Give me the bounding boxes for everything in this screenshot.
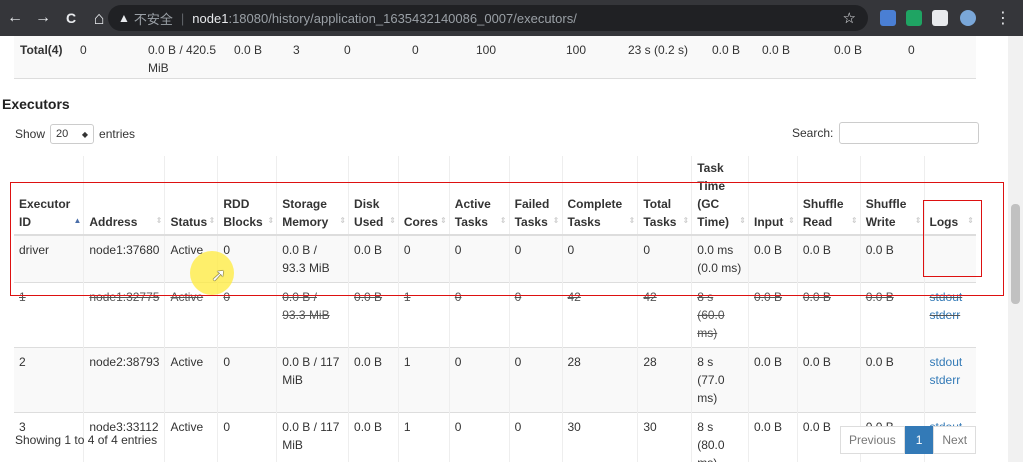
status: Active [164,347,218,413]
header-driver-highlight-box [10,182,1004,296]
summary-cell: 100 [476,43,497,57]
select-arrows-icon: ◆ [81,129,89,139]
show-label: Show [15,127,46,141]
active-tasks: 0 [448,412,510,462]
bookmark-star-icon[interactable]: ☆ [843,9,856,27]
insecure-label: 不安全 [133,11,173,27]
total-tasks: 30 [637,412,692,462]
complete-tasks: 28 [561,347,638,413]
active-tasks: 0 [448,347,510,413]
logs-highlight-box [923,200,982,277]
address: node2:38793 [83,347,165,413]
storage-memory: 0.0 B / 117 MiB [276,347,349,413]
task-time: 8 s (80.0 ms) [691,412,749,462]
warning-icon: ▲ [118,11,130,25]
table-info: Showing 1 to 4 of 4 entries [15,433,158,447]
rdd-blocks: 0 [217,347,277,413]
cores: 1 [397,412,450,462]
failed-tasks: 0 [508,412,562,462]
puzzle-extension-icon[interactable] [932,10,948,26]
disk-used: 0.0 B [348,347,399,413]
status: Active [164,412,218,462]
entries-label: entries [99,127,136,141]
summary-cell: 100 [566,43,587,57]
page-size-control: Show 20 ◆ entries [15,124,135,144]
browser-menu-icon[interactable]: ⋮ [990,5,1016,31]
executor-id: 2 [14,347,84,413]
shuffle-read: 0.0 B [796,347,861,413]
table-row: 3 node3:33112 Active 0 0.0 B / 117 MiB 0… [14,412,976,462]
logs: stdout stderr [923,347,976,413]
input: 0.0 B [748,347,798,413]
summary-cell: 0.0 B [234,43,263,57]
translate-extension-icon[interactable] [880,10,896,26]
cores: 1 [397,347,450,413]
summary-total-row: Total(4) 0 0.0 B / 420.5 MiB 0.0 B 3 0 0… [14,36,976,79]
back-arrow-icon[interactable]: ← [2,5,28,31]
storage-memory: 0.0 B / 117 MiB [276,412,349,462]
rdd-blocks: 0 [217,412,277,462]
total-tasks: 28 [637,347,692,413]
summary-cell: 0.0 B / 420.5 [148,43,217,57]
complete-tasks: 30 [561,412,638,462]
task-time: 8 s (77.0 ms) [691,347,749,413]
page-size-value: 20 [56,128,69,140]
input: 0.0 B [748,412,798,462]
next-button[interactable]: Next [933,426,977,454]
summary-cell: 0.0 B [762,43,791,57]
summary-cell: 0 [344,43,351,57]
disk-used: 0.0 B [348,412,399,462]
forward-arrow-icon[interactable]: → [30,5,56,31]
search-control: Search: [792,122,980,144]
search-label: Search: [792,126,834,140]
search-input[interactable] [839,122,980,144]
stderr-link[interactable]: stderr [930,371,971,389]
failed-tasks: 0 [508,347,562,413]
stderr-link[interactable]: stderr [930,306,971,324]
summary-cell: Total(4) [20,43,63,57]
page-1-button[interactable]: 1 [904,426,934,454]
executors-heading: Executors [2,96,70,112]
summary-cell: 0 [80,43,87,57]
pagination: Previous 1 Next [840,426,977,454]
summary-cell: 0.0 B [834,43,863,57]
url-separator: | [180,10,185,26]
url-host: node1 [192,10,229,26]
address-bar[interactable]: ▲ 不安全 | node1 :18080/history/application… [108,5,868,31]
sheets-extension-icon[interactable] [906,10,922,26]
previous-button[interactable]: Previous [840,426,905,454]
summary-cell: 0 [412,43,419,57]
browser-toolbar: ← → C ⌂ ▲ 不安全 | node1 :18080/history/app… [0,0,1023,36]
scrollbar-thumb[interactable] [1011,204,1020,304]
mouse-pointer-icon: ➚ [211,265,227,285]
profile-avatar-icon[interactable] [960,10,976,26]
url-path: :18080/history/application_1635432140086… [228,10,577,26]
shuffle-write: 0.0 B [859,347,925,413]
summary-cell: 0 [908,43,915,57]
page-size-select[interactable]: 20 ◆ [50,124,95,144]
summary-cell: MiB [148,61,169,75]
table-row: 2 node2:38793 Active 0 0.0 B / 117 MiB 0… [14,347,976,413]
stdout-link[interactable]: stdout [930,353,971,371]
summary-cell: 3 [293,43,300,57]
summary-cell: 0.0 B [712,43,741,57]
reload-icon[interactable]: C [58,5,84,31]
summary-cell: 23 s (0.2 s) [628,43,689,57]
